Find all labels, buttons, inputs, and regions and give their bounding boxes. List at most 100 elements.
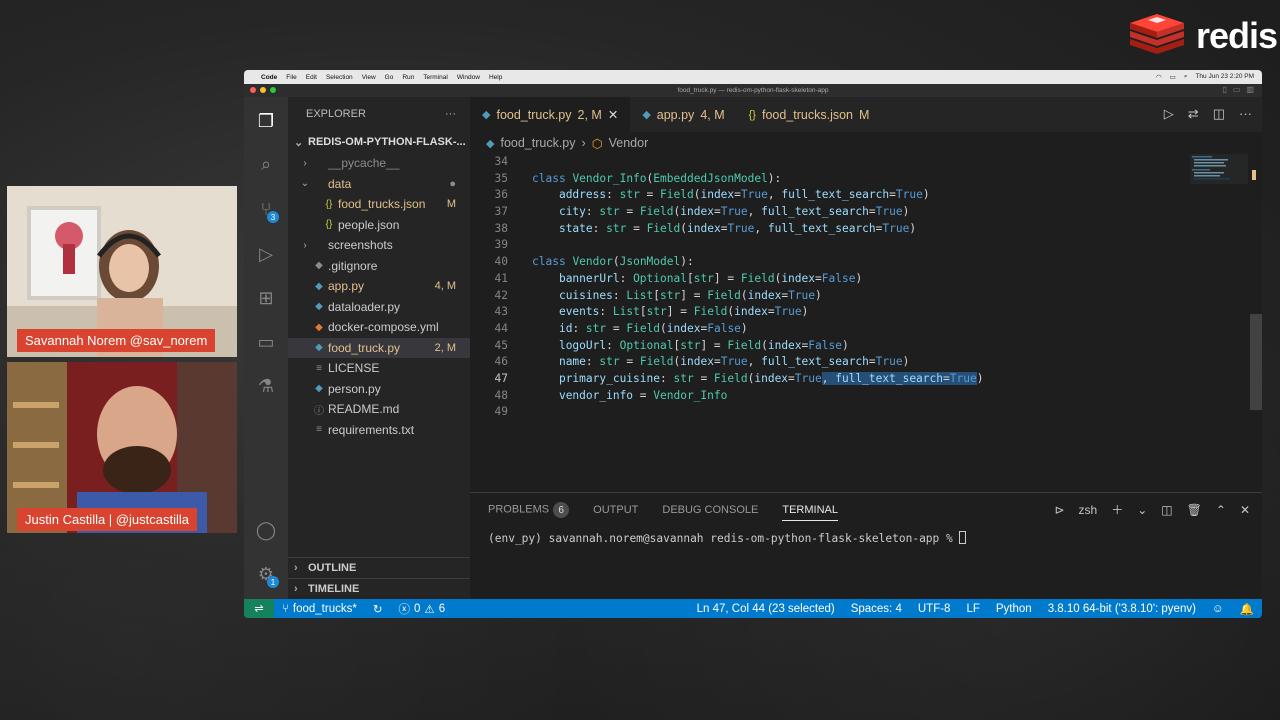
- chevron-right-icon: ›: [294, 583, 298, 595]
- more-actions-icon[interactable]: ···: [1239, 106, 1252, 122]
- wifi-icon[interactable]: ◠: [1156, 73, 1162, 81]
- tree-item-label: .gitignore: [328, 258, 378, 273]
- mac-menu-terminal[interactable]: Terminal: [423, 74, 448, 81]
- tab-app-py[interactable]: ◆ app.py 4, M: [630, 97, 736, 132]
- app-menu[interactable]: Code: [261, 74, 277, 81]
- editor-scrollbar[interactable]: [1250, 154, 1262, 488]
- cursor-position[interactable]: Ln 47, Col 44 (23 selected): [689, 602, 843, 616]
- tab-status: 4, M: [700, 107, 725, 122]
- toggle-panel-icon[interactable]: ▭: [1233, 85, 1241, 94]
- mac-menu-file[interactable]: File: [286, 74, 296, 81]
- terminal-prompt: (env_py) savannah.norem@savannah redis-o…: [488, 532, 960, 545]
- explorer-icon[interactable]: ❐: [254, 109, 278, 133]
- sync-icon[interactable]: ↻: [365, 602, 391, 616]
- terminal-shell-name[interactable]: zsh: [1079, 503, 1098, 517]
- tab-food-trucks-json[interactable]: {} food_trucks.json M: [737, 97, 882, 132]
- mac-menu-selection[interactable]: Selection: [326, 74, 353, 81]
- outline-section[interactable]: › OUTLINE: [288, 557, 470, 578]
- line-number: 34: [494, 155, 508, 168]
- tree-item-pycache[interactable]: › __pycache__: [288, 153, 470, 174]
- tree-chevron-icon: ›: [303, 157, 307, 169]
- tree-item-gitignore[interactable]: ◆ .gitignore: [288, 256, 470, 277]
- tree-item-food-trucks-json[interactable]: {} food_trucks.json M: [288, 194, 470, 215]
- notifications-bell-icon[interactable]: 🔔: [1232, 602, 1262, 616]
- customize-layout-icon[interactable]: ▥: [1246, 85, 1254, 94]
- open-changes-icon[interactable]: ⇄: [1188, 106, 1199, 122]
- problems-status[interactable]: ⓧ 0 ⚠ 6: [390, 601, 453, 617]
- tab-output[interactable]: OUTPUT: [593, 504, 638, 516]
- menubar-status: ◠ ▭ ⌕ Thu Jun 23 2:20 PM: [1156, 73, 1254, 81]
- tab-status: M: [859, 107, 870, 122]
- tree-item-people-json[interactable]: {} people.json: [288, 215, 470, 236]
- timeline-section[interactable]: › TIMELINE: [288, 578, 470, 599]
- tree-item-app-py[interactable]: ◆ app.py 4, M: [288, 276, 470, 297]
- tree-item-requirements-txt[interactable]: ≡ requirements.txt: [288, 420, 470, 441]
- terminal-output[interactable]: (env_py) savannah.norem@savannah redis-o…: [470, 527, 1262, 549]
- language-mode[interactable]: Python: [988, 602, 1040, 616]
- battery-icon[interactable]: ▭: [1170, 73, 1176, 81]
- accounts-icon[interactable]: ◯: [254, 518, 278, 542]
- line-ending[interactable]: LF: [958, 602, 987, 616]
- mac-menu-help[interactable]: Help: [489, 74, 502, 81]
- tab-food-truck-py[interactable]: ◆ food_truck.py 2, M ✕: [470, 97, 631, 132]
- python-interpreter[interactable]: 3.8.10 64-bit ('3.8.10': pyenv): [1040, 602, 1204, 616]
- mac-menu-go[interactable]: Go: [385, 74, 394, 81]
- split-editor-icon[interactable]: ◫: [1213, 106, 1225, 122]
- toggle-sidebar-icon[interactable]: ▯: [1222, 85, 1226, 94]
- clock[interactable]: Thu Jun 23 2:20 PM: [1195, 73, 1254, 81]
- tree-item-screenshots[interactable]: › screenshots: [288, 235, 470, 256]
- tree-item-readme-md[interactable]: ⓘ README.md: [288, 399, 470, 420]
- search-icon[interactable]: ⌕: [1184, 73, 1188, 81]
- mac-menu-view[interactable]: View: [362, 74, 376, 81]
- file-type-icon: ◆: [315, 383, 323, 395]
- encoding[interactable]: UTF-8: [910, 602, 959, 616]
- mac-menu-window[interactable]: Window: [457, 74, 480, 81]
- run-debug-icon[interactable]: ▷: [254, 242, 278, 266]
- tree-item-data[interactable]: ⌄ data ●: [288, 174, 470, 195]
- close-tab-icon[interactable]: ✕: [608, 107, 618, 122]
- code-line: 48 vendor_info = Vendor_Info: [470, 388, 1262, 405]
- tree-item-dataloader-py[interactable]: ◆ dataloader.py: [288, 297, 470, 318]
- maximize-panel-icon[interactable]: ⌃: [1216, 503, 1226, 517]
- tree-item-label: README.md: [328, 402, 400, 417]
- tab-problems[interactable]: PROBLEMS 6: [488, 502, 570, 518]
- zoom-window-button[interactable]: [270, 87, 276, 93]
- tree-item-license[interactable]: ≡ LICENSE: [288, 358, 470, 379]
- close-panel-icon[interactable]: ✕: [1240, 503, 1250, 517]
- remote-indicator[interactable]: ⇌: [244, 599, 274, 618]
- breadcrumb-symbol[interactable]: Vendor: [609, 136, 649, 150]
- remote-explorer-icon[interactable]: ▭: [254, 330, 278, 354]
- explorer-more-icon[interactable]: ···: [445, 108, 456, 120]
- split-terminal-icon[interactable]: ◫: [1161, 503, 1172, 517]
- tab-terminal[interactable]: TERMINAL: [782, 504, 838, 521]
- editor-area: ◆ food_truck.py 2, M ✕ ◆ app.py 4, M{} food_tru…: [470, 97, 1262, 599]
- tab-debug-console[interactable]: DEBUG CONSOLE: [662, 504, 758, 516]
- tree-item-person-py[interactable]: ◆ person.py: [288, 379, 470, 400]
- new-terminal-icon[interactable]: ＋: [1111, 501, 1123, 518]
- minimap[interactable]: [1190, 154, 1248, 214]
- breadcrumb-file[interactable]: food_truck.py: [500, 136, 575, 150]
- testing-icon[interactable]: ⚗: [254, 374, 278, 398]
- mac-menu-edit[interactable]: Edit: [306, 74, 317, 81]
- minimize-window-button[interactable]: [260, 87, 266, 93]
- line-number: 47: [494, 371, 508, 385]
- indentation[interactable]: Spaces: 4: [843, 602, 910, 616]
- mac-menu-run[interactable]: Run: [402, 74, 414, 81]
- close-window-button[interactable]: [250, 87, 256, 93]
- scrollbar-thumb[interactable]: [1250, 314, 1262, 410]
- search-icon[interactable]: ⌕: [254, 152, 278, 176]
- workspace-root[interactable]: ⌄ REDIS-OM-PYTHON-FLASK-...: [288, 131, 470, 153]
- tree-item-label: food_trucks.json: [338, 197, 426, 212]
- code-editor[interactable]: 34 35 class Vendor_Info(EmbeddedJsonModel)…: [470, 154, 1262, 488]
- git-branch[interactable]: ⑂ food_trucks*: [274, 603, 365, 615]
- kill-terminal-icon[interactable]: 🗑: [1187, 503, 1202, 517]
- tree-item-food-truck-py[interactable]: ◆ food_truck.py 2, M: [288, 337, 470, 358]
- error-icon: ⓧ: [398, 603, 410, 616]
- chevron-down-icon[interactable]: ⌄: [1137, 503, 1147, 517]
- run-file-icon[interactable]: ▷: [1164, 106, 1174, 122]
- tree-item-docker-compose-yml[interactable]: ◆ docker-compose.yml: [288, 317, 470, 338]
- extensions-icon[interactable]: ⊞: [254, 286, 278, 310]
- code-text: id: str = Field(index=False): [558, 321, 748, 335]
- feedback-icon[interactable]: ☺: [1204, 602, 1232, 616]
- breadcrumb: ◆ food_truck.py › ⬡ Vendor: [470, 132, 1262, 154]
